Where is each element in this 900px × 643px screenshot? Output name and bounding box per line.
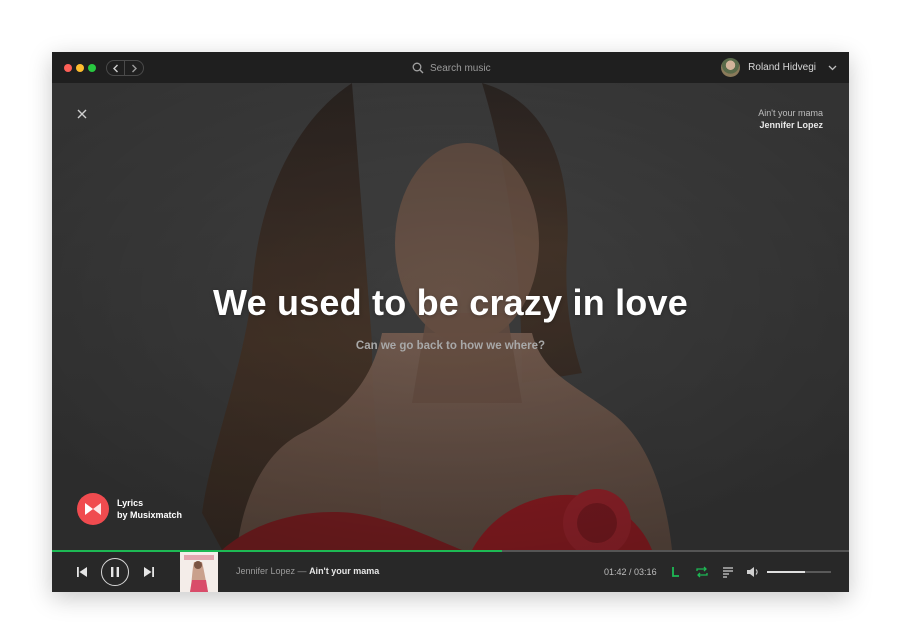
window-zoom-button[interactable]: [88, 64, 96, 72]
track-info: Jennifer Lopez — Ain't your mama: [236, 566, 379, 576]
queue-icon[interactable]: [722, 566, 734, 578]
lyrics-credit[interactable]: Lyrics by Musixmatch: [77, 493, 182, 525]
volume-slider-fill: [767, 571, 806, 573]
lyrics-view: Ain't your mama Jennifer Lopez We used t…: [52, 83, 849, 550]
search-bar[interactable]: [412, 59, 520, 77]
chevron-down-icon[interactable]: [828, 65, 837, 71]
title-bar: Roland Hidvegi: [52, 52, 849, 83]
next-button[interactable]: [143, 565, 155, 579]
total-duration: 03:16: [634, 567, 657, 577]
user-menu[interactable]: Roland Hidvegi: [721, 57, 837, 78]
lyrics-icon[interactable]: [671, 565, 681, 579]
next-lyric-line: Can we go back to how we where?: [355, 340, 546, 352]
album-cover[interactable]: [180, 552, 218, 592]
forward-button[interactable]: [125, 61, 143, 75]
history-navigation: [106, 60, 144, 76]
window-minimize-button[interactable]: [76, 64, 84, 72]
chevron-right-icon: [132, 64, 137, 72]
now-playing-info: Ain't your mama Jennifer Lopez: [758, 107, 823, 132]
musixmatch-logo-icon: [77, 493, 109, 525]
current-lyric-line: We used to be crazy in love: [213, 282, 688, 323]
track-title: Ain't your mama: [309, 566, 380, 576]
close-icon[interactable]: [75, 107, 89, 121]
chevron-left-icon: [112, 64, 118, 72]
search-icon: [412, 62, 424, 74]
now-playing-artist: Jennifer Lopez: [759, 120, 823, 130]
back-button[interactable]: [107, 61, 125, 75]
playback-time: 01:42 / 03:16: [604, 567, 657, 577]
player-bar: Jennifer Lopez — Ain't your mama 01:42 /…: [52, 552, 849, 592]
window-close-button[interactable]: [64, 64, 72, 72]
pause-button[interactable]: [101, 558, 129, 586]
track-artist: Jennifer Lopez: [236, 566, 296, 576]
repeat-icon[interactable]: [695, 565, 709, 579]
volume-slider[interactable]: [767, 571, 831, 573]
avatar[interactable]: [721, 58, 741, 77]
credit-line-2: by Musixmatch: [117, 510, 183, 520]
pause-icon: [111, 567, 119, 577]
user-name: Roland Hidvegi: [748, 62, 816, 73]
app-window: Roland Hidvegi: [52, 52, 849, 592]
next-icon: [144, 567, 154, 577]
volume-icon[interactable]: [746, 565, 760, 579]
credit-line-1: Lyrics: [117, 498, 144, 508]
track-separator: —: [295, 566, 310, 576]
elapsed-time: 01:42: [604, 567, 627, 577]
now-playing-song: Ain't your mama: [758, 108, 823, 118]
time-separator: /: [626, 567, 635, 577]
previous-button[interactable]: [76, 565, 88, 579]
previous-icon: [77, 567, 87, 577]
search-input[interactable]: [430, 62, 520, 74]
